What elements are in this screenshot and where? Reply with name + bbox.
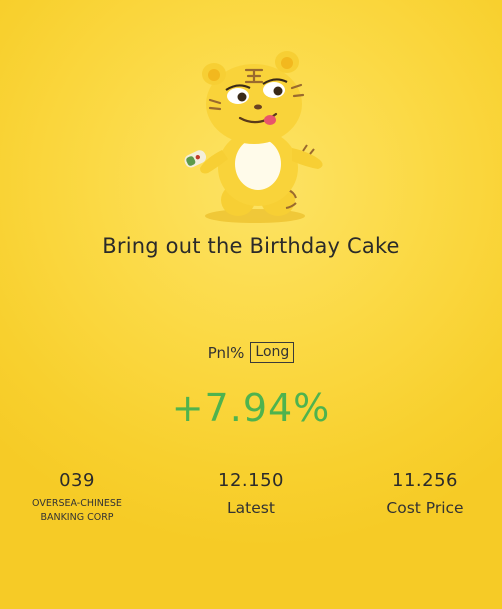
- pnl-percent-value: +7.94%: [171, 386, 331, 430]
- pnl-label: Pnl%: [207, 343, 245, 362]
- position-direction-badge: Long: [250, 342, 295, 363]
- cost-price-label: Cost Price: [386, 499, 464, 517]
- company-name: OVERSEA-CHINESE BANKING CORP: [32, 498, 122, 523]
- stock-code-stat: 039 OVERSEA-CHINESE BANKING CORP: [12, 470, 142, 525]
- share-card: Bring out the Birthday Cake Pnl% Long +7…: [0, 0, 502, 609]
- page-title: Bring out the Birthday Cake: [102, 234, 400, 258]
- stock-code: 039: [59, 470, 95, 491]
- cost-price-value: 11.256: [392, 470, 458, 491]
- latest-price-stat: 12.150 Latest: [186, 470, 316, 517]
- cost-price-stat: 11.256 Cost Price: [360, 470, 490, 517]
- latest-price-label: Latest: [227, 499, 275, 517]
- tiger-mascot-icon: [184, 51, 323, 223]
- pnl-header: Pnl% Long: [0, 342, 502, 363]
- latest-price-value: 12.150: [218, 470, 284, 491]
